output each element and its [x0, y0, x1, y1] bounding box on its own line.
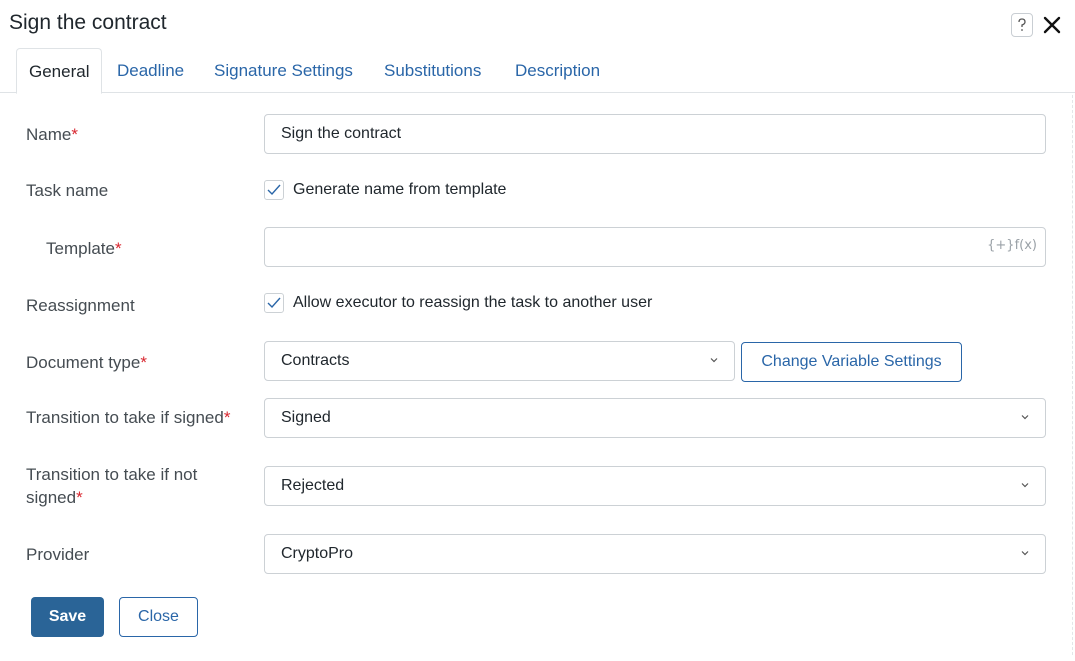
save-button[interactable]: Save — [31, 597, 104, 637]
change-variable-settings-button[interactable]: Change Variable Settings — [741, 342, 962, 382]
tab-signature-settings[interactable]: Signature Settings — [214, 48, 353, 93]
allow-reassign-label: Allow executor to reassign the task to a… — [293, 294, 653, 311]
generate-name-checkbox-row[interactable]: Generate name from template — [264, 178, 506, 202]
transition-not-signed-label-line2-wrap: signed* — [26, 486, 197, 509]
transition-signed-label: Transition to take if signed* — [26, 406, 230, 429]
question-icon[interactable] — [1011, 13, 1033, 37]
reassignment-label: Reassignment — [26, 296, 135, 315]
required-mark: * — [223, 408, 231, 427]
tab-general[interactable]: General — [16, 48, 103, 94]
provider-value: CryptoPro — [281, 545, 354, 562]
transition-not-signed-value: Rejected — [281, 477, 345, 494]
transition-not-signed-label-line2: signed — [26, 488, 77, 507]
check-icon — [267, 184, 281, 196]
required-mark: * — [76, 488, 83, 507]
close-icon-glyph — [1043, 16, 1061, 34]
transition-signed-label-text: Transition to take if signed — [26, 408, 224, 427]
name-input[interactable]: Sign the contract — [264, 114, 1046, 154]
required-mark: * — [71, 125, 78, 144]
dialog-header: Sign the contract — [0, 0, 1075, 48]
question-icon-glyph — [1018, 18, 1026, 31]
transition-signed-value: Signed — [281, 409, 331, 426]
provider-select[interactable]: CryptoPro — [264, 534, 1046, 574]
tab-description[interactable]: Description — [515, 48, 600, 93]
document-type-value: Contracts — [281, 352, 350, 369]
document-type-label-text: Document type — [26, 353, 141, 372]
document-type-label: Document type* — [26, 351, 147, 374]
function-icon[interactable]: {+}f(x) — [987, 238, 1037, 253]
template-label-text: Template — [46, 239, 115, 258]
document-type-select[interactable]: Contracts — [264, 341, 735, 381]
name-label: Name* — [26, 123, 78, 146]
allow-reassign-checkbox[interactable] — [264, 293, 284, 313]
provider-label: Provider — [26, 545, 90, 564]
required-mark: * — [114, 239, 122, 258]
transition-signed-select[interactable]: Signed — [264, 398, 1046, 438]
generate-name-label: Generate name from template — [293, 181, 507, 198]
name-label-text: Name — [26, 125, 72, 144]
close-icon[interactable] — [1041, 13, 1063, 37]
required-mark: * — [140, 353, 147, 372]
allow-reassign-checkbox-row[interactable]: Allow executor to reassign the task to a… — [264, 291, 652, 315]
chevron-down-icon — [1021, 415, 1029, 420]
chevron-down-icon — [710, 358, 718, 363]
generate-name-checkbox[interactable] — [264, 180, 284, 200]
transition-not-signed-select[interactable]: Rejected — [264, 466, 1046, 506]
dialog-title: Sign the contract — [9, 11, 167, 34]
chevron-down-icon — [1021, 551, 1029, 556]
name-value: Sign the contract — [281, 125, 402, 142]
tab-bar: General Deadline Signature Settings Subs… — [0, 48, 1075, 94]
tab-substitutions[interactable]: Substitutions — [384, 48, 481, 93]
close-button[interactable]: Close — [119, 597, 198, 637]
task-name-label: Task name — [26, 181, 109, 200]
chevron-down-icon — [1021, 483, 1029, 488]
check-icon — [267, 297, 281, 309]
transition-not-signed-label-line1: Transition to take if not — [26, 465, 198, 484]
tab-deadline[interactable]: Deadline — [117, 48, 184, 93]
transition-not-signed-label: Transition to take if not signed* — [26, 463, 197, 509]
template-label: Template* — [46, 237, 122, 260]
template-input[interactable]: {+}f(x) — [264, 227, 1046, 267]
